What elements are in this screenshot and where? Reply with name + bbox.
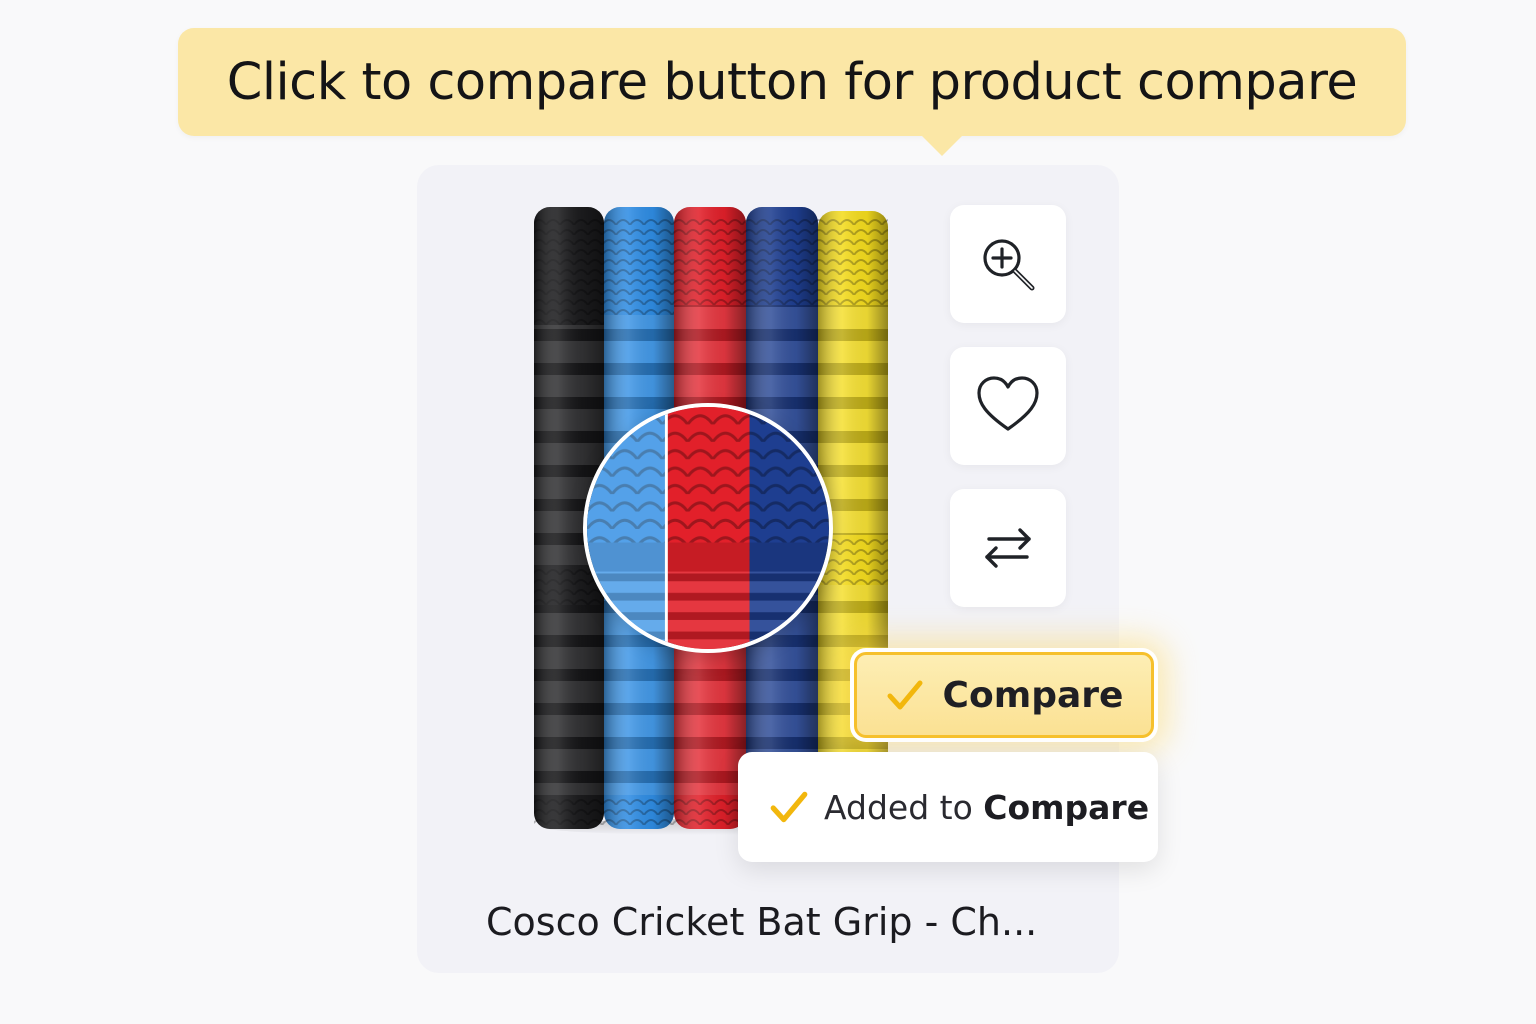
instruction-tooltip: Click to compare button for product comp… [178, 28, 1406, 156]
wishlist-button[interactable] [950, 347, 1066, 465]
product-title[interactable]: Cosco Cricket Bat Grip - Ch... [486, 900, 1086, 944]
toast-text: Added to Compare [824, 788, 1149, 827]
check-icon [770, 791, 808, 823]
check-icon [887, 680, 923, 710]
compare-icon-button[interactable] [950, 489, 1066, 607]
screen: Click to compare button for product comp… [0, 0, 1536, 1024]
compare-arrows-icon [985, 528, 1031, 568]
zoom-button[interactable] [950, 205, 1066, 323]
toast-prefix: Added to [824, 787, 973, 827]
compare-button-inner[interactable]: Compare [854, 652, 1154, 738]
compare-button-label: Compare [942, 674, 1124, 716]
compare-button[interactable]: Compare [850, 648, 1158, 742]
tooltip-text: Click to compare button for product comp… [226, 52, 1358, 112]
zoom-in-icon [983, 239, 1035, 291]
toast-strong: Compare [983, 787, 1150, 827]
heart-icon [977, 376, 1039, 431]
added-to-compare-toast: Added to Compare [738, 752, 1158, 862]
zoom-lens [583, 403, 833, 653]
